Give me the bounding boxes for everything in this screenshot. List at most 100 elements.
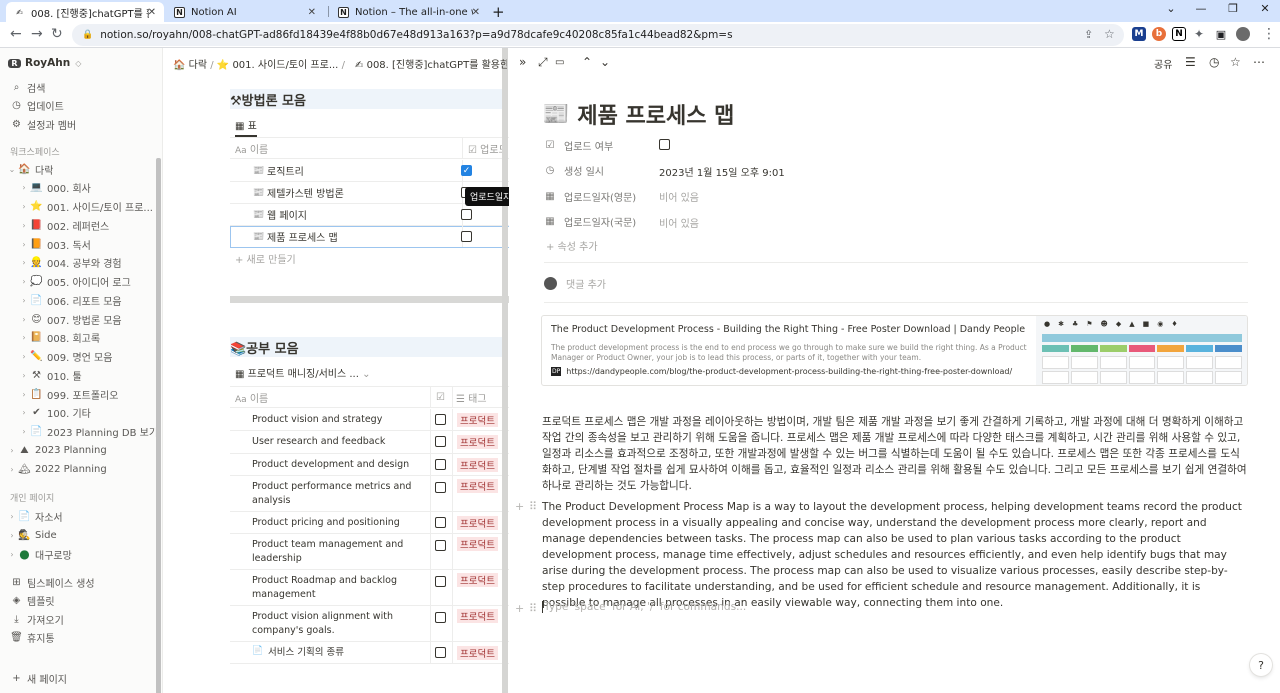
sidebar-scrollbar[interactable]: [156, 158, 161, 693]
row-checkbox[interactable]: [435, 436, 446, 447]
property-row[interactable]: ◷ 생성 일시: [544, 161, 604, 181]
chevron-right-icon[interactable]: ›: [6, 465, 18, 474]
chevron-right-icon[interactable]: ›: [18, 202, 30, 211]
paragraph-korean[interactable]: 프로덕트 프로세스 맵은 개발 과정을 레이아웃하는 방법이며, 개발 팀은 제…: [542, 414, 1247, 494]
chevron-right-icon[interactable]: ›: [18, 277, 30, 286]
add-block-icon[interactable]: +: [515, 500, 524, 513]
tag-badge[interactable]: 프로덕트: [457, 479, 498, 493]
row-name[interactable]: 제텔카스텐 방법론: [267, 185, 344, 200]
sidebar-item[interactable]: › 📕 002. 레퍼런스: [18, 216, 175, 234]
table-row[interactable]: 📰 웹 페이지: [230, 204, 509, 226]
row-name[interactable]: Product Roadmap and backlog management: [252, 574, 422, 602]
peek-mode-icon[interactable]: ▭: [555, 57, 564, 68]
sidebar-utility-item[interactable]: ◈ 템플릿: [10, 592, 167, 610]
sidebar-updates[interactable]: ◷ 업데이트: [10, 96, 167, 114]
add-property-button[interactable]: + 속성 추가: [546, 238, 598, 253]
property-row[interactable]: ☑ 업로드 여부: [544, 135, 614, 155]
tag-badge[interactable]: 프로덕트: [457, 516, 498, 530]
bookmark-star-icon[interactable]: ☆: [1104, 27, 1115, 41]
row-checkbox[interactable]: [435, 482, 446, 493]
tag-badge[interactable]: 프로덕트: [457, 646, 498, 660]
extension-icon[interactable]: M: [1132, 27, 1146, 41]
add-block-icon[interactable]: +: [515, 602, 524, 615]
chevron-right-icon[interactable]: ›: [6, 531, 18, 540]
table-row[interactable]: Product team management and leadership 프로…: [230, 534, 509, 570]
tab-close-icon[interactable]: ✕: [148, 7, 156, 18]
pane-scrollbar[interactable]: [502, 48, 508, 693]
row-checkbox[interactable]: [435, 540, 446, 551]
extension-icon[interactable]: b: [1152, 27, 1166, 41]
sidebar-item[interactable]: › 📋 099. 포트폴리오: [18, 385, 175, 403]
row-checkbox[interactable]: [435, 612, 446, 623]
sidebar-item[interactable]: › 📔 008. 회고록: [18, 329, 175, 347]
new-tab-icon[interactable]: +: [492, 3, 505, 21]
row-name[interactable]: Product development and design: [252, 458, 422, 472]
add-comment-row[interactable]: 댓글 추가: [544, 276, 606, 291]
property-value[interactable]: 비어 있음: [659, 189, 699, 204]
breadcrumb-current[interactable]: ✍ 008. [진행중]chatGPT를 활용한 블: [355, 56, 507, 71]
favorite-star-icon[interactable]: ☆: [1230, 55, 1241, 69]
table-row[interactable]: Product pricing and positioning 프로덕트: [230, 512, 509, 534]
chevron-right-icon[interactable]: ›: [18, 333, 30, 342]
sidebar-item[interactable]: ⌄ 🏠 다락: [6, 160, 163, 178]
chevron-right-icon[interactable]: ›: [6, 446, 18, 455]
row-name[interactable]: Product vision alignment with company's …: [252, 610, 422, 638]
col-header-name[interactable]: Aa 이름: [235, 390, 268, 405]
row-checkbox[interactable]: [435, 459, 446, 470]
table-row[interactable]: 📰 로직트리 ✓: [230, 160, 509, 182]
help-button[interactable]: ?: [1250, 654, 1272, 676]
new-row-button[interactable]: + 새로 만들기: [235, 251, 296, 266]
profile-avatar[interactable]: [1236, 27, 1250, 41]
extensions-puzzle-icon[interactable]: ✦: [1192, 27, 1206, 41]
chevron-right-icon[interactable]: ›: [18, 390, 30, 399]
chevron-right-icon[interactable]: ›: [18, 371, 30, 380]
sidebar-item[interactable]: › 💻 000. 회사: [18, 179, 175, 197]
table-row[interactable]: 📰 제품 프로세스 맵: [230, 226, 509, 248]
sidebar-item[interactable]: › 💭 005. 아이디어 로그: [18, 273, 175, 291]
method-db-title[interactable]: ⚒방법론 모음: [230, 89, 502, 109]
row-name[interactable]: Product performance metrics and analysis: [252, 480, 422, 508]
row-name[interactable]: Product team management and leadership: [252, 538, 422, 566]
side-panel-icon[interactable]: ▣: [1214, 27, 1228, 41]
sidebar-item[interactable]: › ⚒ 010. 툴: [18, 366, 175, 384]
maximize-icon[interactable]: ❐: [1218, 2, 1248, 15]
close-window-icon[interactable]: ✕: [1250, 2, 1280, 15]
chevron-right-icon[interactable]: ›: [18, 240, 30, 249]
sidebar-utility-item[interactable]: ⤓ 가져오기: [10, 610, 167, 628]
chevron-right-icon[interactable]: ›: [18, 258, 30, 267]
sidebar-private-item[interactable]: › 📄 자소서: [6, 507, 163, 525]
back-icon[interactable]: ←: [10, 26, 22, 42]
minimize-icon[interactable]: —: [1186, 2, 1216, 15]
breadcrumb[interactable]: 🏠 다락 / ⭐ 001. 사이드/토이 프로... /: [173, 56, 345, 71]
tag-badge[interactable]: 프로덕트: [457, 435, 498, 449]
tab-close-icon[interactable]: ✕: [308, 7, 316, 18]
sidebar-item[interactable]: › 📙 003. 독서: [18, 235, 175, 253]
table-row[interactable]: Product development and design 프로덕트: [230, 454, 509, 476]
row-name[interactable]: Product vision and strategy: [252, 413, 422, 427]
row-name[interactable]: Product pricing and positioning: [252, 516, 422, 530]
sidebar-private-item[interactable]: › ● 대구로망: [6, 545, 163, 563]
tab-close-icon[interactable]: ✕: [472, 7, 480, 18]
sidebar-settings[interactable]: ⚙ 설정과 멤버: [10, 115, 167, 133]
notion-extension-icon[interactable]: N: [1172, 27, 1186, 41]
web-bookmark[interactable]: The Product Development Process - Buildi…: [541, 315, 1248, 386]
tag-badge[interactable]: 프로덕트: [457, 537, 498, 551]
upload-checkbox[interactable]: [461, 209, 472, 220]
chevron-right-icon[interactable]: ›: [18, 352, 30, 361]
db-view-tab[interactable]: ▦ 표: [235, 117, 257, 137]
paragraph-english[interactable]: The Product Development Process Map is a…: [542, 499, 1247, 611]
close-peek-icon[interactable]: »: [519, 55, 526, 69]
row-checkbox[interactable]: [435, 647, 446, 658]
property-value[interactable]: 비어 있음: [659, 215, 699, 230]
sidebar-item[interactable]: › 🏔 2022 Planning: [6, 460, 163, 478]
property-value[interactable]: 2023년 1월 15일 오후 9:01: [659, 164, 785, 179]
expand-icon[interactable]: ⤢: [538, 55, 548, 70]
sidebar-item[interactable]: › ⛰ 2023 Planning: [6, 441, 163, 459]
sidebar-item[interactable]: › ✔ 100. 기타: [18, 404, 175, 422]
workspace-switcher[interactable]: R RoyAhn ◇: [8, 54, 165, 72]
table-row[interactable]: Product vision alignment with company's …: [230, 606, 509, 642]
chevron-up-icon[interactable]: ⌃: [582, 55, 592, 69]
browser-tab[interactable]: N Notion – The all-in-one worksp ✕: [330, 2, 488, 22]
table-row[interactable]: Product performance metrics and analysis…: [230, 476, 509, 512]
upload-checkbox[interactable]: [461, 231, 472, 242]
